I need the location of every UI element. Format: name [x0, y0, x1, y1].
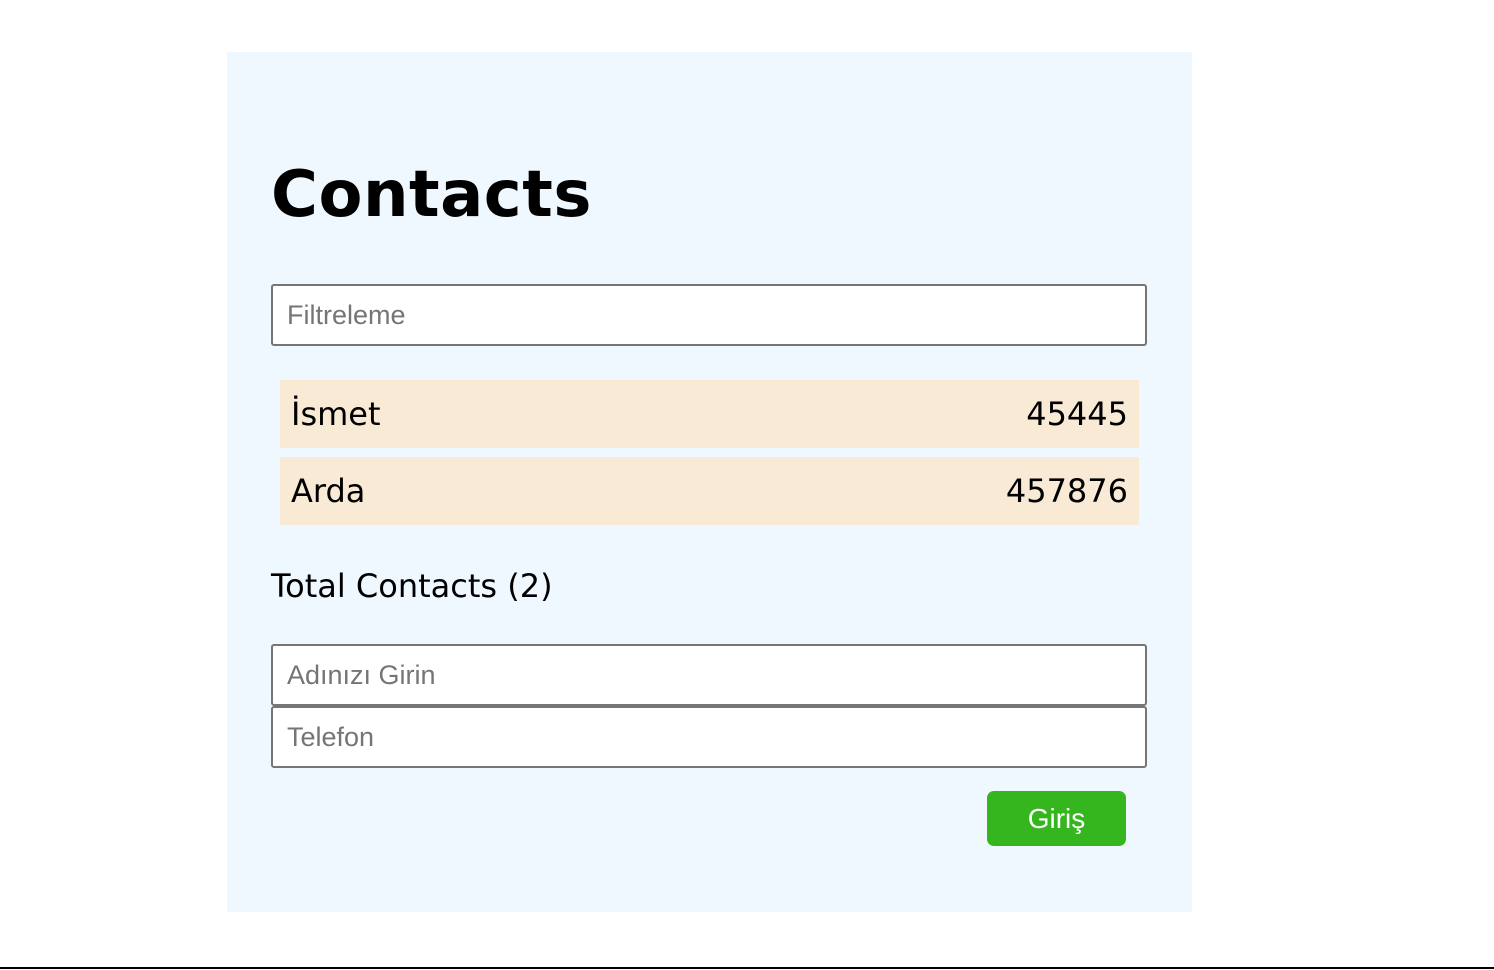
list-item: İsmet 45445	[280, 380, 1139, 448]
contact-phone: 457876	[1005, 472, 1128, 510]
filter-input[interactable]	[271, 284, 1147, 346]
page: Contacts İsmet 45445 Arda 457876 Total C…	[0, 0, 1494, 970]
name-input[interactable]	[271, 644, 1147, 706]
contacts-panel: Contacts İsmet 45445 Arda 457876 Total C…	[227, 52, 1192, 912]
list-item: Arda 457876	[280, 457, 1139, 525]
phone-input[interactable]	[271, 706, 1147, 768]
bottom-divider	[0, 967, 1494, 969]
contact-list: İsmet 45445 Arda 457876	[280, 380, 1139, 534]
contact-phone: 45445	[1026, 395, 1128, 433]
total-contacts-label: Total Contacts (2)	[271, 567, 553, 605]
contact-name: İsmet	[291, 395, 381, 433]
contact-name: Arda	[291, 472, 366, 510]
page-title: Contacts	[271, 158, 592, 232]
submit-button[interactable]: Giriş	[987, 791, 1126, 846]
